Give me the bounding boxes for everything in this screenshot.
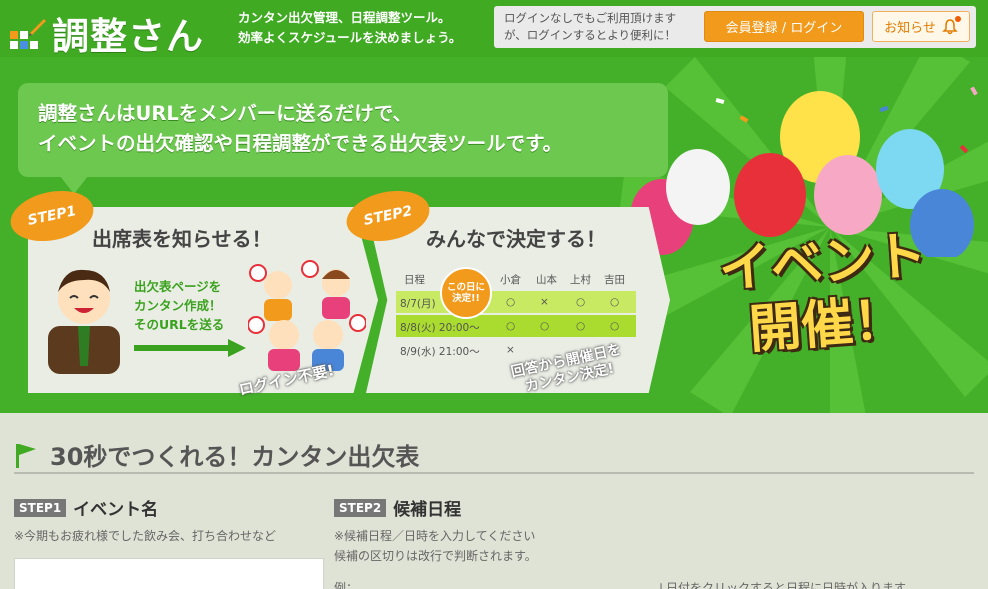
attendance-mark: ○	[506, 320, 516, 332]
intro-line-1: 調整さんはURLをメンバーに送るだけで、	[38, 102, 412, 125]
members-illustration	[248, 260, 366, 371]
attendance-mark: ×	[540, 296, 549, 308]
attendance-mark: ○	[610, 296, 620, 308]
step1-note-line-3: そのURLを送る	[134, 317, 225, 332]
intro-text: 調整さんはURLをメンバーに送るだけで、 イベントの出欠確認や日程調整ができる出…	[38, 99, 562, 159]
date-column-header: 日程	[404, 274, 425, 286]
member-name: 山本	[536, 274, 557, 286]
site-logo[interactable]: 調整さん	[8, 6, 204, 60]
site-tagline: カンタン出欠管理、日程調整ツール。 効率よくスケジュールを決めましょう。	[238, 8, 461, 48]
event-name-label-text: イベント名	[73, 500, 159, 520]
schedule-date: 8/9(水) 21:00～	[400, 346, 480, 358]
logo-icon	[8, 13, 48, 53]
member-name: 小倉	[500, 274, 521, 286]
decide-badge: この日に 決定!!	[440, 267, 492, 319]
candidate-hint-line-1: ※候補日程／日時を入力してください	[334, 529, 536, 543]
create-event-form: 30秒でつくれる！カンタン出欠表 STEP1 イベント名 ※今期もお疲れ様でした…	[0, 413, 988, 589]
attendance-mark: ×	[506, 344, 515, 356]
login-notice-box: ログインなしでもご利用頂けます が、ログインするとより便利に！ 会員登録 / ロ…	[494, 6, 976, 48]
businessman-illustration	[48, 269, 120, 374]
section-title: 30秒でつくれる！カンタン出欠表	[14, 437, 419, 472]
attendance-mark: ○	[576, 296, 586, 308]
tagline-line-1: カンタン出欠管理、日程調整ツール。	[238, 10, 451, 25]
flag-icon	[16, 443, 36, 468]
member-name: 吉田	[604, 274, 625, 286]
login-button[interactable]: 会員登録 / ログイン	[704, 11, 864, 42]
step2-tag: STEP2	[334, 498, 387, 517]
attendance-mark: ○	[610, 320, 620, 332]
schedule-date: 8/8(火) 20:00～	[400, 322, 480, 334]
schedule-header-row: 日程 小倉 山本 上村 吉田	[396, 267, 636, 289]
attendance-mark: ○	[540, 320, 550, 332]
site-header: 調整さん カンタン出欠管理、日程調整ツール。 効率よくスケジュールを決めましょう…	[0, 0, 988, 60]
event-name-hint: ※今期もお疲れ様でした飲み会、打ち合わせなど	[14, 529, 277, 543]
calendar-hint: ↓日付をクリックすると日程に日時が入ります	[656, 581, 907, 589]
candidate-dates-label: STEP2 候補日程	[334, 495, 461, 520]
candidate-hint-line-2: 候補の区切りは改行で判断されます。	[334, 549, 537, 563]
notification-dot	[954, 15, 961, 22]
event-name-label: STEP1 イベント名	[14, 495, 158, 520]
tagline-line-2: 効率よくスケジュールを決めましょう。	[238, 30, 462, 45]
news-button[interactable]: お知らせ	[872, 11, 970, 42]
attendance-mark: ○	[506, 296, 516, 308]
section-title-text: 30秒でつくれる！カンタン出欠表	[50, 443, 420, 471]
event-name-input[interactable]	[14, 558, 324, 589]
schedule-row-selected: 8/8(火) 20:00～ ○ ○ ○ ○	[396, 315, 636, 337]
bell-icon	[942, 15, 961, 35]
logo-text: 調整さん	[52, 15, 204, 58]
section-divider	[14, 472, 974, 474]
candidate-dates-hint: ※候補日程／日時を入力してください 候補の区切りは改行で判断されます。	[334, 526, 537, 566]
balloon-light-pink	[814, 155, 882, 235]
step1-note: 出欠表ページを カンタン作成！ そのURLを送る	[134, 277, 224, 334]
step1-heading: 出席表を知らせる！	[92, 227, 272, 251]
login-notice-text: ログインなしでもご利用頂けます が、ログインするとより便利に！	[504, 10, 676, 44]
attendance-mark: ○	[576, 320, 586, 332]
schedule-row: 8/7(月) ○ × ○ ○	[396, 291, 636, 313]
schedule-date: 8/7(月)	[400, 298, 436, 310]
notice-line-2: が、ログインするとより便利に！	[504, 28, 677, 42]
step1-tag: STEP1	[14, 498, 67, 517]
decide-line-2: 決定!!	[452, 293, 480, 304]
news-button-label: お知らせ	[884, 21, 936, 36]
notice-line-1: ログインなしでもご利用頂けます	[504, 11, 677, 25]
step2-heading: みんなで決定する！	[426, 227, 606, 251]
event-celebration-title: イベント 開催！	[696, 223, 954, 364]
step1-note-line-1: 出欠表ページを	[134, 279, 222, 294]
balloon-white	[666, 149, 730, 225]
hero-banner: 調整さんはURLをメンバーに送るだけで、 イベントの出欠確認や日程調整ができる出…	[0, 57, 988, 413]
member-name: 上村	[570, 274, 591, 286]
decide-line-1: この日に	[446, 282, 485, 293]
send-arrow-icon	[134, 339, 246, 357]
step1-note-line-2: カンタン作成！	[134, 298, 222, 313]
intro-line-2: イベントの出欠確認や日程調整ができる出欠表ツールです。	[38, 132, 563, 155]
example-label: 例：	[334, 581, 359, 589]
balloon-red	[734, 153, 806, 237]
candidate-dates-label-text: 候補日程	[393, 500, 462, 520]
